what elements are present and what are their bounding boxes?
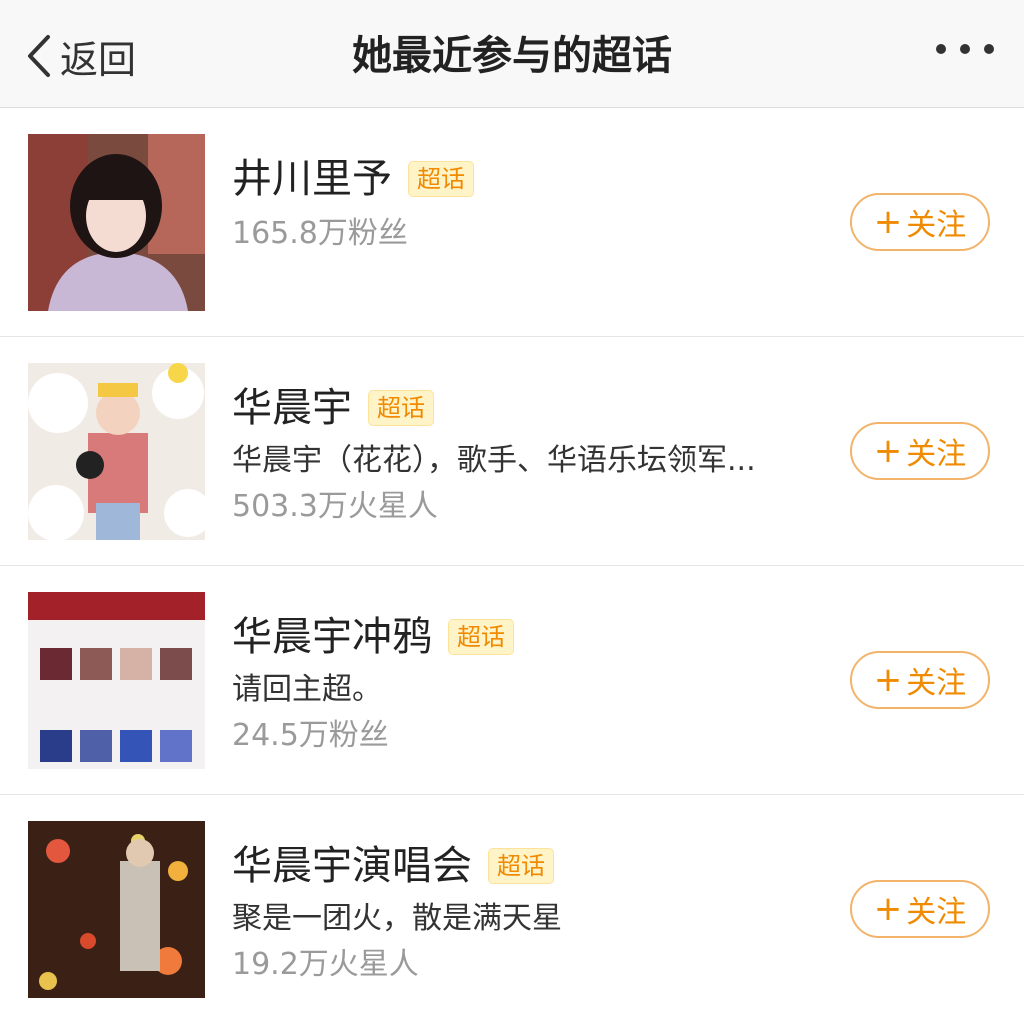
follow-label: 关注 — [906, 437, 967, 472]
plus-icon: + — [873, 202, 903, 242]
super-topic-badge: 超话 — [448, 619, 514, 655]
topic-name: 华晨宇演唱会 — [232, 843, 472, 889]
fan-count: 19.2万火星人 — [232, 947, 419, 982]
plus-icon: + — [873, 431, 903, 471]
follow-button[interactable]: + 关注 — [850, 651, 990, 709]
fan-count: 503.3万火星人 — [232, 489, 438, 524]
follow-button[interactable]: + 关注 — [850, 193, 990, 251]
follow-button[interactable]: + 关注 — [850, 880, 990, 938]
super-topic-badge: 超话 — [368, 390, 434, 426]
plus-icon: + — [873, 660, 903, 700]
topic-name: 华晨宇冲鸦 — [232, 614, 432, 660]
page-title: 她最近参与的超话 — [352, 33, 672, 79]
topic-thumbnail — [28, 821, 205, 998]
topic-thumbnail — [28, 592, 205, 769]
super-topic-badge: 超话 — [408, 161, 474, 197]
topic-thumbnail — [28, 363, 205, 540]
topic-info: 井川里予 超话 165.8万粉丝 — [232, 108, 824, 336]
fan-count: 24.5万粉丝 — [232, 718, 389, 753]
topic-thumbnail — [28, 134, 205, 311]
follow-label: 关注 — [906, 895, 967, 930]
more-options-icon[interactable] — [936, 44, 994, 54]
follow-button[interactable]: + 关注 — [850, 422, 990, 480]
topic-row[interactable]: 井川里予 超话 165.8万粉丝 + 关注 — [0, 108, 1024, 337]
topic-row[interactable]: 华晨宇 超话 华晨宇（花花），歌手、华语乐坛领军... 503.3万火星人 + … — [0, 337, 1024, 566]
topic-list: 井川里予 超话 165.8万粉丝 + 关注 华晨宇 超话 华晨宇（花花），歌手、… — [0, 108, 1024, 1024]
topic-info: 华晨宇冲鸦 超话 请回主超。 24.5万粉丝 — [232, 566, 824, 794]
nav-bar: 返回 她最近参与的超话 — [0, 0, 1024, 108]
fan-count: 165.8万粉丝 — [232, 216, 408, 251]
topic-row[interactable]: 华晨宇演唱会 超话 聚是一团火，散是满天星 19.2万火星人 + 关注 — [0, 795, 1024, 1024]
plus-icon: + — [873, 889, 903, 929]
topic-name: 井川里予 — [232, 156, 392, 202]
topic-description: 华晨宇（花花），歌手、华语乐坛领军... — [232, 443, 756, 478]
follow-label: 关注 — [906, 666, 967, 701]
topic-description: 请回主超。 — [232, 672, 382, 707]
super-topic-badge: 超话 — [488, 848, 554, 884]
topic-info: 华晨宇演唱会 超话 聚是一团火，散是满天星 19.2万火星人 — [232, 795, 824, 1024]
follow-label: 关注 — [906, 208, 967, 243]
topic-name: 华晨宇 — [232, 385, 352, 431]
topic-info: 华晨宇 超话 华晨宇（花花），歌手、华语乐坛领军... 503.3万火星人 — [232, 337, 824, 565]
topic-description: 聚是一团火，散是满天星 — [232, 901, 562, 936]
topic-row[interactable]: 华晨宇冲鸦 超话 请回主超。 24.5万粉丝 + 关注 — [0, 566, 1024, 795]
